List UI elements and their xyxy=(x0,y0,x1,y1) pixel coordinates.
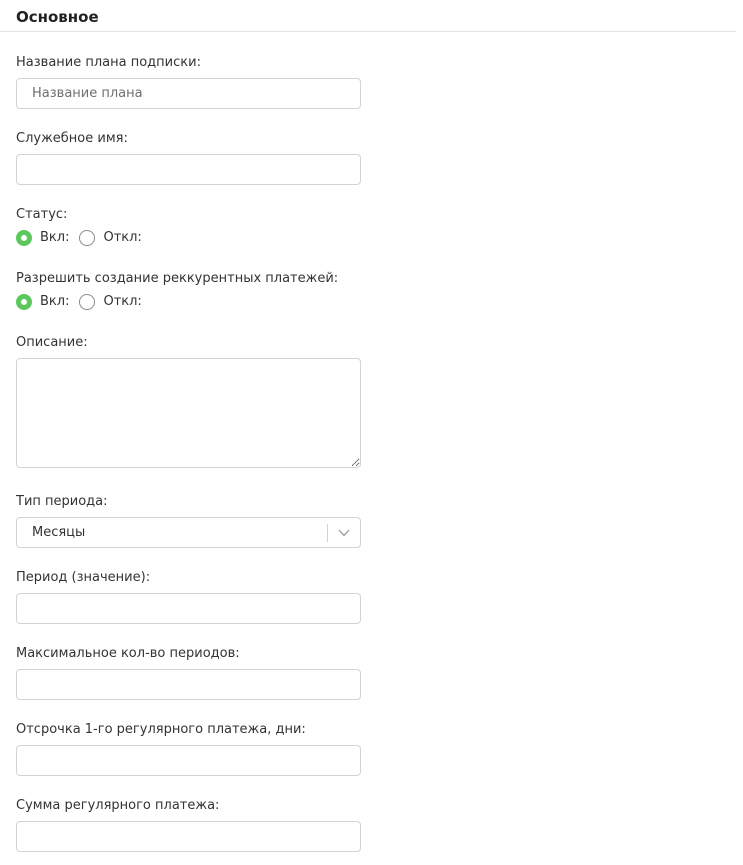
regular-amount-input[interactable] xyxy=(16,821,361,852)
recurring-radio-group: Вкл: Откл: xyxy=(16,294,152,310)
first-payment-delay-label: Отсрочка 1-го регулярного платежа, дни: xyxy=(16,722,306,737)
description-textarea[interactable] xyxy=(16,358,361,468)
service-name-label: Служебное имя: xyxy=(16,131,128,146)
period-type-select[interactable]: Месяцы xyxy=(16,517,361,548)
status-on-option[interactable]: Вкл: xyxy=(16,230,69,246)
select-separator xyxy=(327,524,328,542)
recurring-off-label: Откл: xyxy=(103,294,142,309)
recurring-off-radio[interactable] xyxy=(79,294,96,310)
status-on-radio[interactable] xyxy=(16,230,32,246)
max-periods-label: Максимальное кол-во периодов: xyxy=(16,646,240,661)
first-payment-delay-input[interactable] xyxy=(16,745,361,776)
chevron-down-icon[interactable] xyxy=(337,527,351,539)
period-type-selected-value: Месяцы xyxy=(32,525,86,540)
plan-name-label: Название плана подписки: xyxy=(16,55,201,70)
period-value-input[interactable] xyxy=(16,593,361,624)
max-periods-input[interactable] xyxy=(16,669,361,700)
status-radio-group: Вкл: Откл: xyxy=(16,230,152,246)
status-label: Статус: xyxy=(16,207,68,222)
section-title: Основное xyxy=(16,8,99,26)
service-name-input[interactable] xyxy=(16,154,361,185)
period-value-label: Период (значение): xyxy=(16,570,151,585)
plan-name-input[interactable] xyxy=(16,78,361,109)
description-label: Описание: xyxy=(16,335,88,350)
recurring-on-label: Вкл: xyxy=(40,294,70,309)
period-type-label: Тип периода: xyxy=(16,494,108,509)
status-on-label: Вкл: xyxy=(40,230,70,245)
recurring-on-radio[interactable] xyxy=(16,294,32,310)
recurring-off-option[interactable]: Откл: xyxy=(79,294,142,310)
regular-amount-label: Сумма регулярного платежа: xyxy=(16,798,220,813)
status-off-option[interactable]: Откл: xyxy=(79,230,142,246)
status-off-label: Откл: xyxy=(103,230,142,245)
recurring-on-option[interactable]: Вкл: xyxy=(16,294,69,310)
recurring-label: Разрешить создание реккурентных платежей… xyxy=(16,271,339,286)
section-header: Основное xyxy=(0,0,736,32)
status-off-radio[interactable] xyxy=(79,230,96,246)
